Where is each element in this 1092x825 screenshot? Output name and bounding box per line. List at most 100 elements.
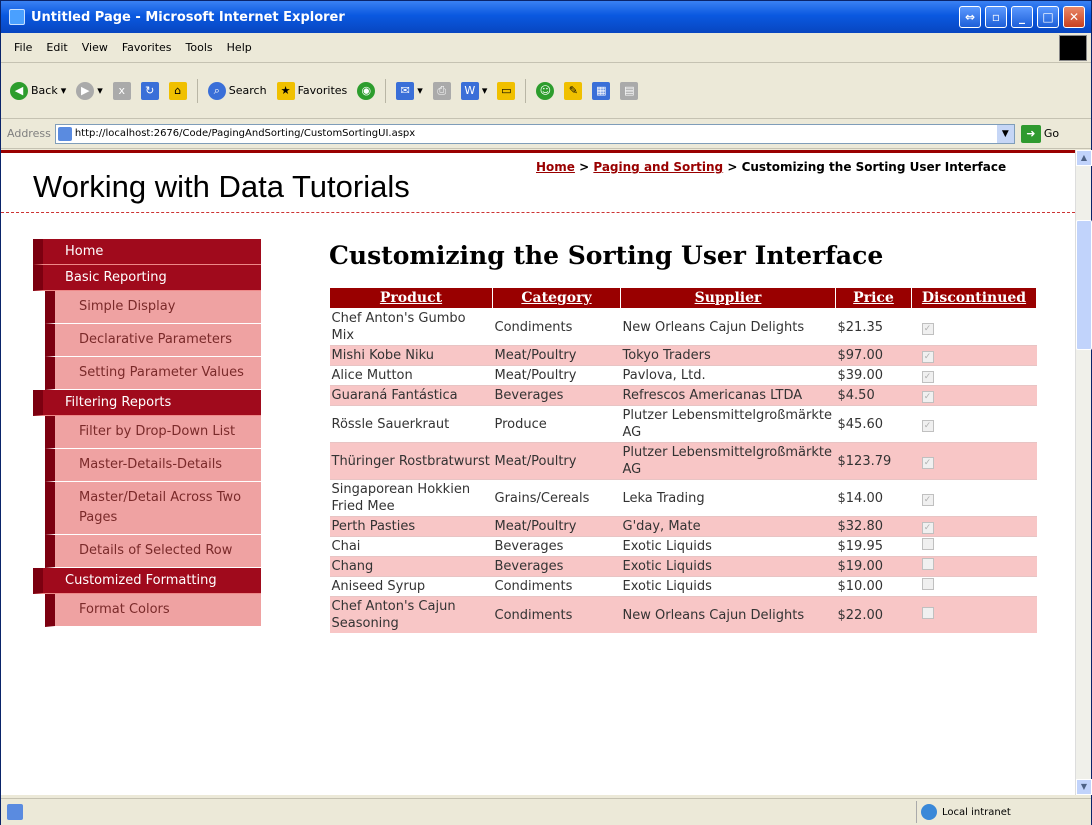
forward-button[interactable]: ▶ ▾ [73, 81, 106, 100]
product-cell: Mishi Kobe Niku [329, 345, 493, 366]
category-cell: Grains/Cereals [492, 479, 621, 517]
status-bar: Local intranet [1, 798, 1091, 825]
sort-price-link[interactable]: Price [835, 287, 912, 309]
back-label: Back [31, 84, 58, 97]
supplier-cell: New Orleans Cajun Delights [620, 596, 836, 633]
help-button[interactable]: ⇔ [959, 6, 981, 28]
discuss-button[interactable]: ▭ [494, 81, 518, 100]
discontinued-checkbox [921, 578, 934, 590]
discontinued-checkbox [921, 606, 934, 619]
category-cell: Condiments [492, 596, 621, 633]
print-icon: ⎙ [432, 81, 451, 100]
discontinued-cell: ✓ [911, 442, 1037, 480]
table-row: Chang Beverages Exotic Liquids $19.00 [329, 556, 1037, 577]
discontinued-cell: ✓ [911, 308, 1037, 346]
discontinued-checkbox: ✓ [921, 322, 934, 335]
sidebar-item-filtering-reports[interactable]: Filtering Reports [33, 390, 261, 416]
menu-edit[interactable]: Edit [39, 41, 74, 54]
back-arrow-icon: ◀ [10, 81, 28, 100]
sidebar-item-basic-reporting[interactable]: Basic Reporting [33, 265, 261, 291]
toolbar-divider [525, 78, 527, 103]
discontinued-checkbox [921, 558, 934, 570]
print-button[interactable]: ⎙ [430, 81, 454, 100]
discontinued-cell: ✓ [911, 385, 1037, 406]
breadcrumb-home-link[interactable]: Home [536, 160, 575, 174]
discontinued-checkbox: ✓ [921, 456, 934, 469]
window-title: Untitled Page - Microsoft Internet Explo… [31, 9, 345, 25]
sort-discontinued-link[interactable]: Discontinued [911, 287, 1037, 309]
address-input[interactable]: http://localhost:2676/Code/PagingAndSort… [54, 123, 1015, 144]
sidebar-item-declarative-parameters[interactable]: Declarative Parameters [45, 324, 261, 357]
price-cell: $10.00 [835, 576, 912, 597]
media-icon: ◉ [357, 81, 376, 100]
sort-category-link[interactable]: Category [492, 287, 621, 309]
menu-file[interactable]: File [7, 41, 39, 54]
breadcrumb-section-link[interactable]: Paging and Sorting [593, 160, 723, 174]
scroll-thumb[interactable] [1076, 220, 1092, 350]
sidebar-item-simple-display[interactable]: Simple Display [45, 291, 261, 324]
menu-favorites[interactable]: Favorites [115, 41, 179, 54]
minimize-button[interactable]: _ [1011, 6, 1033, 28]
category-cell: Condiments [492, 576, 621, 597]
research-button[interactable]: ✎ [561, 81, 585, 100]
sidebar-item-master-details-details[interactable]: Master-Details-Details [45, 449, 261, 482]
go-button[interactable]: ➜ Go [1020, 124, 1059, 143]
close-button[interactable]: ✕ [1063, 6, 1085, 28]
sidebar-item-master-detail-across-two-pages[interactable]: Master/Detail Across Two Pages [45, 482, 261, 535]
supplier-cell: Exotic Liquids [620, 576, 836, 597]
favorites-button[interactable]: ★ Favorites [274, 81, 351, 100]
mail-button[interactable]: ✉ ▾ [393, 81, 426, 100]
sort-product-link[interactable]: Product [329, 287, 493, 309]
back-button[interactable]: ◀ Back ▾ [7, 81, 69, 100]
search-button[interactable]: ⌕ Search [205, 81, 270, 100]
refresh-button[interactable]: ↻ [138, 81, 162, 100]
discontinued-cell [911, 556, 1037, 577]
windows-logo-icon [1059, 35, 1087, 61]
maximize-button[interactable]: □ [1037, 6, 1059, 28]
chart-button[interactable]: ▤ [617, 81, 641, 100]
edit-button[interactable]: W ▾ [458, 81, 491, 100]
supplier-cell: New Orleans Cajun Delights [620, 308, 836, 346]
media-button[interactable]: ◉ [354, 81, 378, 100]
stop-button[interactable]: x [110, 81, 134, 100]
scroll-down-icon[interactable]: ▼ [1076, 779, 1092, 795]
discontinued-checkbox: ✓ [921, 371, 934, 383]
sidebar-item-details-of-selected-row[interactable]: Details of Selected Row [45, 535, 261, 568]
price-cell: $22.00 [835, 596, 912, 633]
vertical-scrollbar[interactable]: ▲ ▼ [1075, 150, 1092, 795]
price-cell: $19.00 [835, 556, 912, 577]
product-cell: Chef Anton's Gumbo Mix [329, 308, 493, 346]
discontinued-checkbox: ✓ [921, 419, 934, 432]
price-cell: $14.00 [835, 479, 912, 517]
chart-icon: ▤ [620, 81, 639, 100]
home-button[interactable]: ⌂ [166, 81, 190, 100]
menu-view[interactable]: View [75, 41, 115, 54]
product-cell: Guaraná Fantástica [329, 385, 493, 406]
category-cell: Condiments [492, 308, 621, 346]
messenger-button[interactable]: ☺ [533, 81, 557, 100]
chevron-down-icon[interactable]: ▼ [996, 124, 1014, 143]
sidebar-item-filter-by-drop-down-list[interactable]: Filter by Drop-Down List [45, 416, 261, 449]
messenger-icon: ☺ [536, 81, 555, 100]
toolbar-divider [196, 78, 198, 103]
sidebar-item-format-colors[interactable]: Format Colors [45, 594, 261, 627]
star-icon: ★ [276, 81, 295, 100]
breadcrumb-separator: > [723, 160, 742, 174]
scroll-up-icon[interactable]: ▲ [1076, 150, 1092, 166]
sidebar-item-home[interactable]: Home [33, 239, 261, 265]
price-cell: $39.00 [835, 365, 912, 386]
sort-supplier-link[interactable]: Supplier [620, 287, 836, 309]
table-row: Chai Beverages Exotic Liquids $19.95 [329, 536, 1037, 557]
restore-button[interactable]: ▫ [985, 6, 1007, 28]
sidebar-item-setting-parameter-values[interactable]: Setting Parameter Values [45, 357, 261, 390]
mail-icon: ✉ [396, 81, 415, 100]
discontinued-checkbox: ✓ [921, 391, 934, 403]
page-title: Customizing the Sorting User Interface [329, 241, 884, 270]
table-row: Thüringer Rostbratwurst Meat/Poultry Plutz… [329, 442, 1037, 480]
table-row: Chef Anton's Cajun Seasoning Condiments Ne… [329, 596, 1037, 633]
sidebar-item-customized-formatting[interactable]: Customized Formatting [33, 568, 261, 594]
menu-help[interactable]: Help [220, 41, 259, 54]
menu-tools[interactable]: Tools [179, 41, 220, 54]
tools-button[interactable]: ▦ [589, 81, 613, 100]
product-cell: Aniseed Syrup [329, 576, 493, 597]
